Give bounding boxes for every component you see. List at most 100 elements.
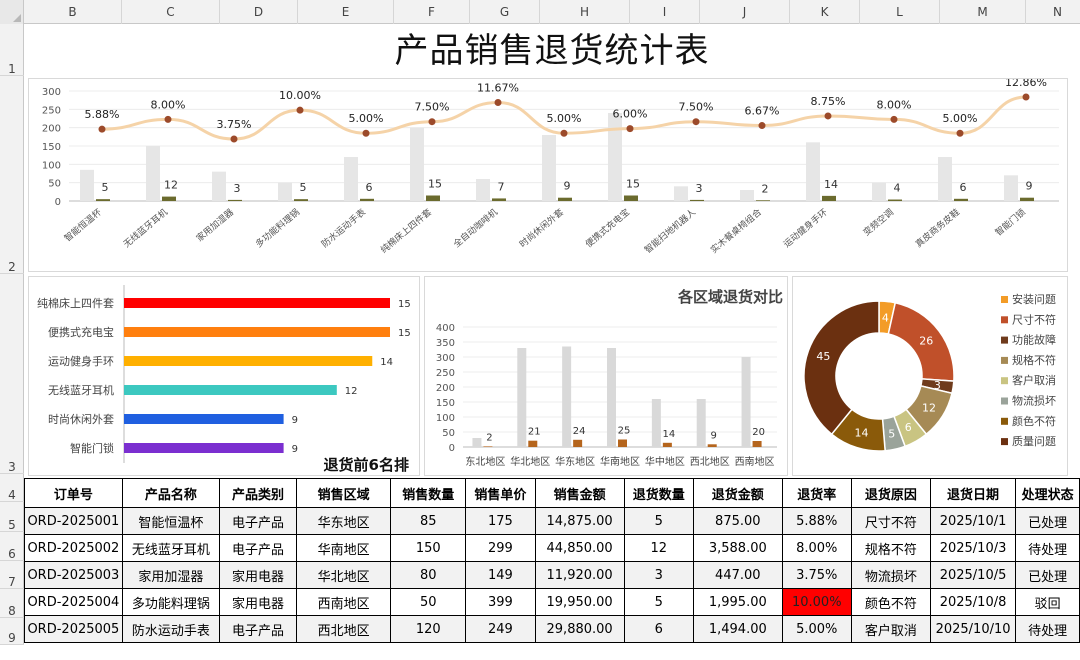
sales-bar[interactable] xyxy=(872,182,886,201)
table-cell[interactable]: 249 xyxy=(465,615,536,643)
table-cell[interactable]: ORD-2025003 xyxy=(24,561,123,589)
region-return-bar[interactable] xyxy=(573,439,583,447)
table-cell[interactable]: 19,950.00 xyxy=(534,588,625,616)
table-cell[interactable]: 物流损坏 xyxy=(850,561,931,589)
legend-label[interactable]: 安装问题 xyxy=(1012,292,1056,306)
return-bar[interactable] xyxy=(360,198,374,201)
column-heading[interactable]: 销售区域 xyxy=(295,478,392,508)
return-bar[interactable] xyxy=(1020,197,1034,201)
sales-bar[interactable] xyxy=(80,169,94,201)
table-cell[interactable]: ORD-2025005 xyxy=(24,615,123,643)
table-cell[interactable]: 44,850.00 xyxy=(534,534,625,562)
table-cell[interactable]: 1,494.00 xyxy=(692,615,783,643)
return-reason-donut-chart[interactable]: 4 26 3 12 6 5 14 45 安装问题 尺寸不符 功能故障 规格不符 客户取消 物流损坏 颜色不符… xyxy=(792,276,1068,476)
return-bar[interactable] xyxy=(492,198,506,201)
return-bar[interactable] xyxy=(954,198,968,201)
column-heading[interactable]: 退货金额 xyxy=(692,478,783,508)
column-header-b[interactable]: B xyxy=(24,0,122,24)
rate-marker[interactable] xyxy=(1022,93,1030,101)
table-cell[interactable]: 29,880.00 xyxy=(534,615,625,643)
table-cell[interactable]: 无线蓝牙耳机 xyxy=(121,534,221,562)
table-cell[interactable]: 6 xyxy=(623,615,694,643)
table-cell[interactable]: 防水运动手表 xyxy=(121,615,221,643)
sales-bar[interactable] xyxy=(410,127,424,201)
table-cell[interactable]: 电子产品 xyxy=(219,615,297,643)
table-cell[interactable]: 2025/10/1 xyxy=(929,507,1017,535)
rate-marker[interactable] xyxy=(98,125,106,133)
region-sales-bar[interactable] xyxy=(607,348,616,447)
table-cell[interactable]: 399 xyxy=(465,588,536,616)
region-sales-bar[interactable] xyxy=(651,399,661,447)
table-cell[interactable]: 149 xyxy=(465,561,536,589)
sales-bar[interactable] xyxy=(476,179,490,201)
region-return-bar[interactable] xyxy=(662,442,672,447)
column-heading[interactable]: 处理状态 xyxy=(1015,478,1080,508)
table-cell[interactable]: 家用电器 xyxy=(219,588,297,616)
table-cell[interactable]: 11,920.00 xyxy=(534,561,625,589)
return-bar[interactable] xyxy=(624,195,638,202)
sales-bar[interactable] xyxy=(740,190,754,201)
top6-bar[interactable] xyxy=(124,414,284,424)
legend-label[interactable]: 客户取消 xyxy=(1012,373,1056,387)
table-cell[interactable]: 85 xyxy=(390,507,467,535)
table-cell[interactable]: 875.00 xyxy=(692,507,783,535)
rate-marker[interactable] xyxy=(626,125,634,133)
table-cell[interactable]: 120 xyxy=(390,615,467,643)
region-return-chart[interactable]: 各区域退货对比 0 50 100 150 200 250 300 350 400 2 东北地区 21 华北… xyxy=(424,276,788,476)
region-return-bar[interactable] xyxy=(483,446,493,447)
top6-bar[interactable] xyxy=(124,327,390,337)
table-cell[interactable]: 447.00 xyxy=(692,561,783,589)
sales-bar[interactable] xyxy=(542,135,556,201)
rate-marker[interactable] xyxy=(956,129,964,137)
legend-label[interactable]: 尺寸不符 xyxy=(1012,312,1056,326)
table-cell[interactable]: 50 xyxy=(390,588,467,616)
table-cell[interactable]: 待处理 xyxy=(1015,534,1080,562)
column-header-l[interactable]: L xyxy=(860,0,940,24)
table-cell[interactable]: 5 xyxy=(623,588,694,616)
column-heading[interactable]: 退货率 xyxy=(781,478,852,508)
table-cell[interactable]: 家用加湿器 xyxy=(121,561,221,589)
region-return-bar[interactable] xyxy=(618,439,627,448)
table-cell[interactable]: 2025/10/5 xyxy=(929,561,1017,589)
table-cell[interactable]: 299 xyxy=(465,534,536,562)
rate-marker[interactable] xyxy=(560,129,568,137)
sales-bar[interactable] xyxy=(608,113,622,201)
table-cell[interactable]: 规格不符 xyxy=(850,534,931,562)
sales-bar[interactable] xyxy=(938,157,952,201)
return-bar[interactable] xyxy=(888,199,902,201)
table-cell[interactable]: ORD-2025004 xyxy=(24,588,123,616)
top6-bar[interactable] xyxy=(124,356,373,366)
row-header-4[interactable]: 4 xyxy=(0,474,24,502)
rate-marker[interactable] xyxy=(824,112,832,120)
table-cell[interactable]: 3,588.00 xyxy=(692,534,783,562)
table-cell[interactable]: 14,875.00 xyxy=(534,507,625,535)
table-cell[interactable]: 尺寸不符 xyxy=(850,507,931,535)
legend-label[interactable]: 质量问题 xyxy=(1012,435,1056,448)
row-header-8[interactable]: 8 xyxy=(0,589,24,618)
legend-label[interactable]: 颜色不符 xyxy=(1012,414,1056,428)
column-heading[interactable]: 退货数量 xyxy=(623,478,694,508)
rate-marker[interactable] xyxy=(230,135,238,143)
return-bar[interactable] xyxy=(162,196,176,201)
column-header-m[interactable]: M xyxy=(940,0,1026,24)
rate-marker[interactable] xyxy=(164,115,172,123)
column-header-d[interactable]: D xyxy=(220,0,298,24)
region-return-bar[interactable] xyxy=(528,440,538,447)
table-cell[interactable]: 1,995.00 xyxy=(692,588,783,616)
column-heading[interactable]: 订单号 xyxy=(24,478,123,508)
table-cell[interactable]: 80 xyxy=(390,561,467,589)
rate-marker[interactable] xyxy=(758,122,766,130)
table-cell[interactable]: 华南地区 xyxy=(295,534,392,562)
top6-returns-chart[interactable]: 纯棉床上四件套 15 便携式充电宝 15 运动健身手环 14 无线蓝牙耳机 12 时尚休闲外套 9… xyxy=(28,276,420,476)
table-cell[interactable]: 家用电器 xyxy=(219,561,297,589)
sales-bar[interactable] xyxy=(278,182,292,201)
return-bar[interactable] xyxy=(228,199,242,201)
top6-bar[interactable] xyxy=(124,385,337,395)
table-cell[interactable]: 驳回 xyxy=(1015,588,1080,616)
table-cell[interactable]: 华北地区 xyxy=(295,561,392,589)
column-heading[interactable]: 产品名称 xyxy=(121,478,221,508)
column-heading[interactable]: 销售金额 xyxy=(534,478,625,508)
table-cell[interactable]: 西北地区 xyxy=(295,615,392,643)
region-return-bar[interactable] xyxy=(707,444,717,447)
table-cell[interactable]: 电子产品 xyxy=(219,534,297,562)
